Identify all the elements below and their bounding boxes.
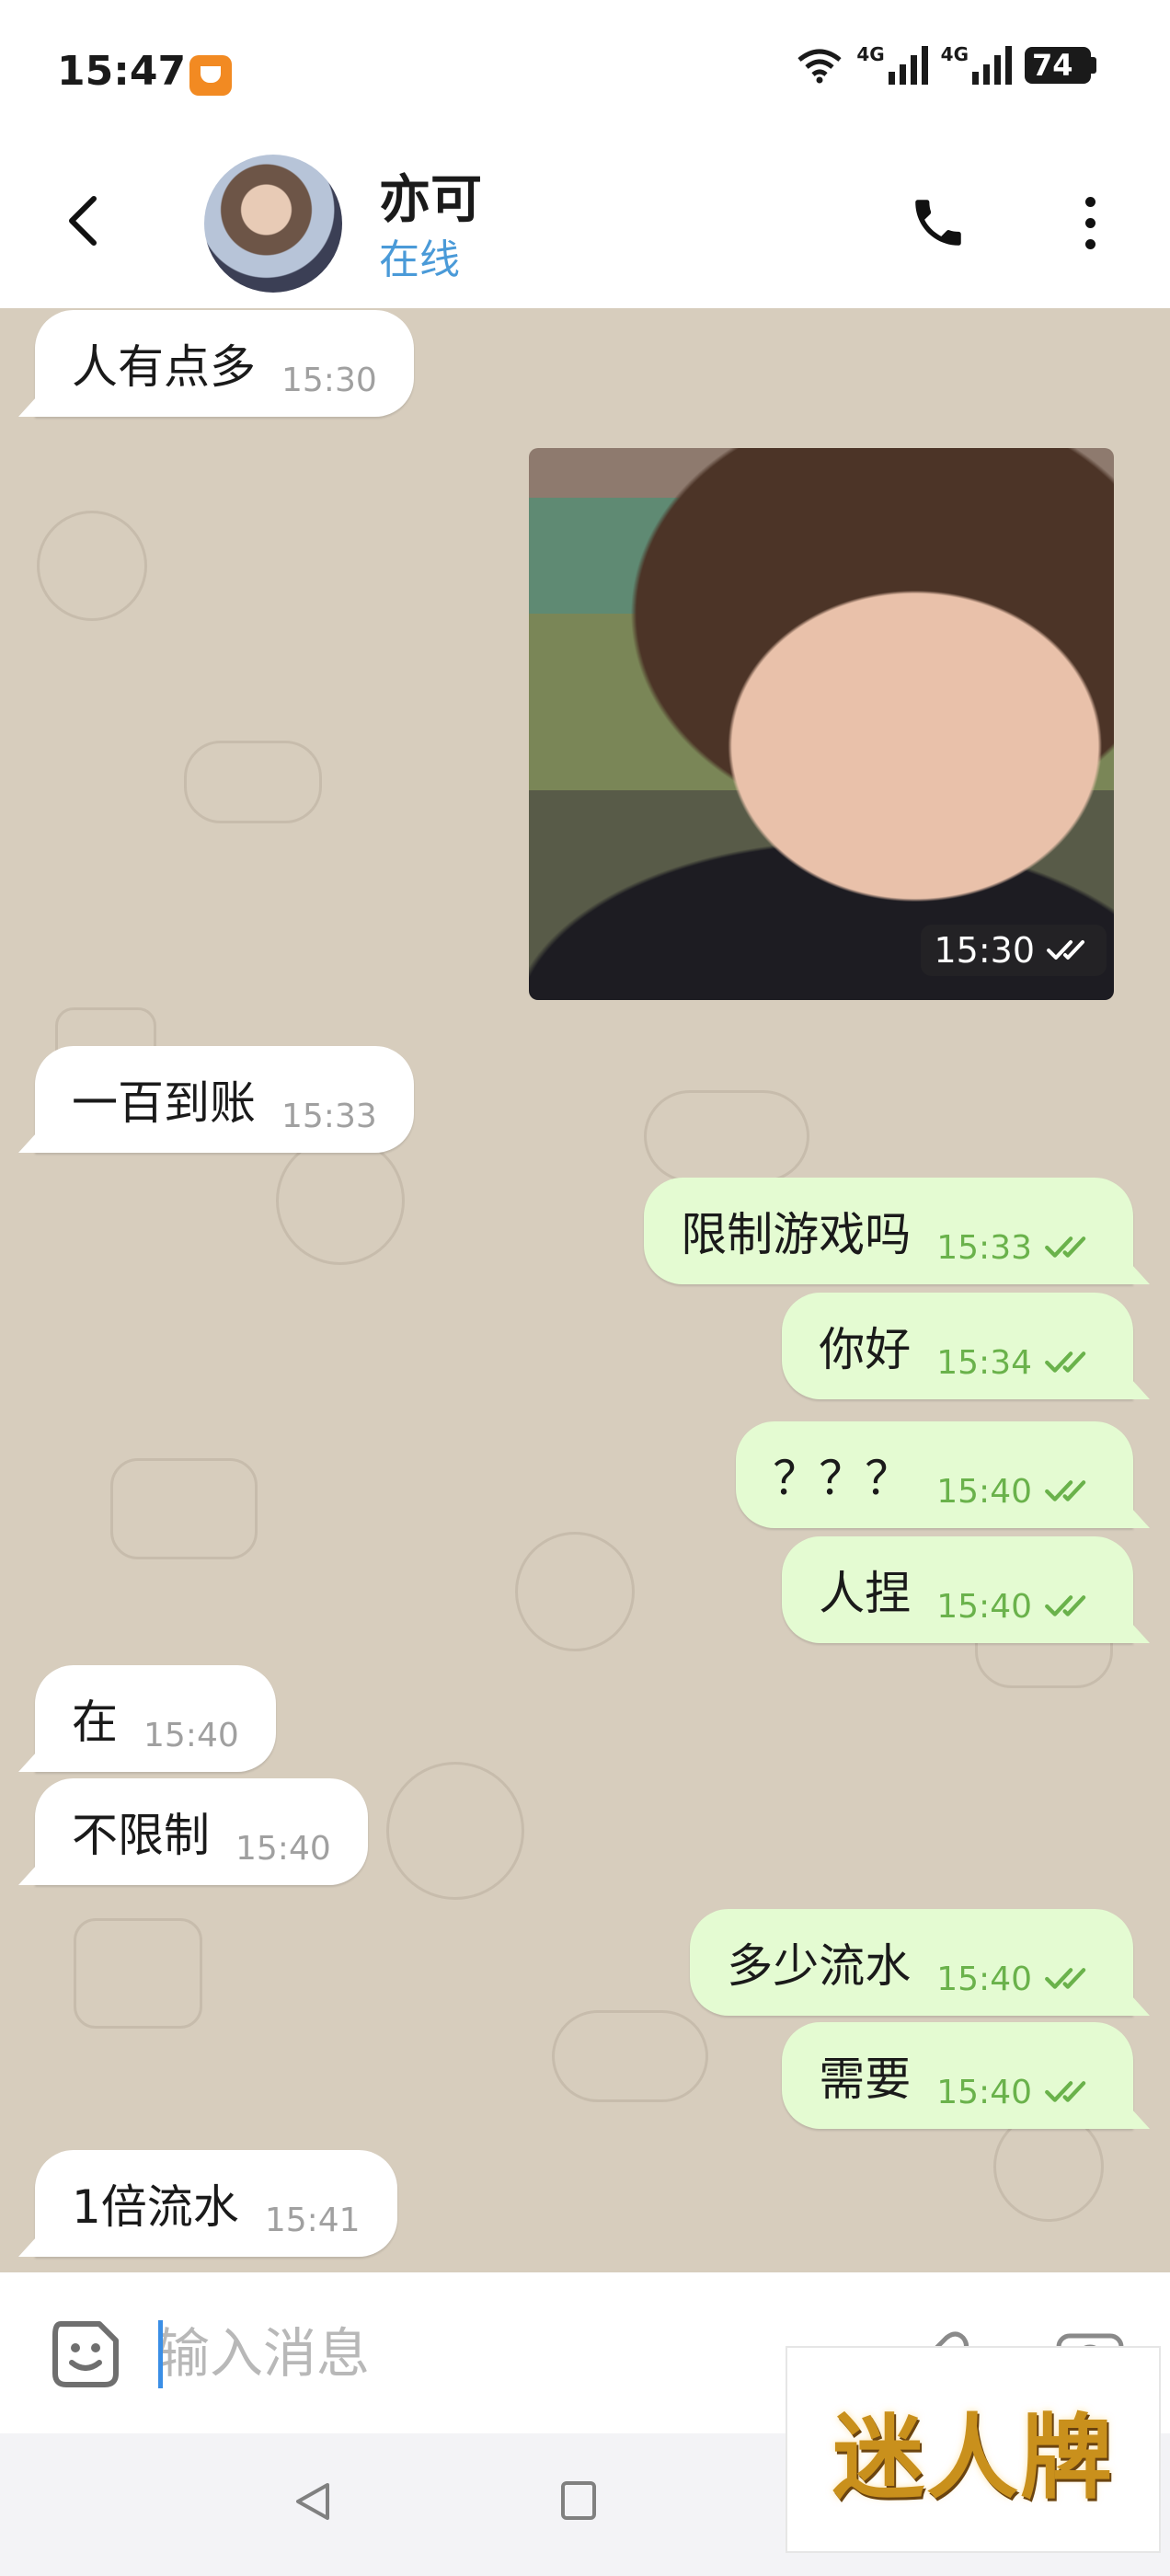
message-time: 15:40 bbox=[143, 1716, 239, 1754]
watermark-text: 迷人牌 bbox=[832, 2403, 1114, 2512]
outgoing-message[interactable]: 人捏 15:40 bbox=[782, 1536, 1150, 1643]
message-time: 15:34 bbox=[936, 1343, 1032, 1382]
chat-messages-area[interactable]: 人有点多 15:30 15:30 一百到账 15:33 限制游戏吗 15:33 … bbox=[0, 308, 1170, 2272]
nav-back-button[interactable] bbox=[291, 2479, 335, 2527]
watermark-logo: 迷人牌 bbox=[786, 2346, 1161, 2553]
more-vertical-icon bbox=[1084, 196, 1095, 207]
phone-icon bbox=[915, 200, 961, 246]
outgoing-message[interactable]: ？？？ 15:40 bbox=[736, 1421, 1150, 1528]
message-time: 15:40 bbox=[235, 1829, 331, 1868]
sticker-icon bbox=[52, 2321, 119, 2387]
message-time: 15:33 bbox=[281, 1097, 377, 1135]
triangle-back-icon bbox=[296, 2483, 329, 2520]
read-ticks-icon bbox=[1047, 940, 1084, 960]
message-text: 在 bbox=[72, 1696, 118, 1749]
outgoing-message[interactable]: 限制游戏吗 15:33 bbox=[644, 1178, 1150, 1284]
message-text: 不限制 bbox=[72, 1809, 210, 1862]
message-text: 人捏 bbox=[819, 1567, 912, 1620]
incoming-message[interactable]: 人有点多 15:30 bbox=[18, 310, 414, 417]
message-text: ？？？ bbox=[773, 1452, 912, 1505]
read-ticks-icon bbox=[1045, 1968, 1086, 1989]
message-input[interactable] bbox=[156, 2307, 855, 2399]
call-button[interactable] bbox=[901, 186, 975, 259]
status-time: 15:47 bbox=[57, 48, 187, 95]
message-time: 15:30 bbox=[281, 361, 377, 399]
text-cursor bbox=[158, 2320, 163, 2388]
more-options-button[interactable] bbox=[1067, 186, 1113, 259]
incoming-message[interactable]: 1倍流水 15:41 bbox=[18, 2150, 397, 2257]
outgoing-message[interactable]: 需要 15:40 bbox=[782, 2022, 1150, 2129]
message-text: 限制游戏吗 bbox=[681, 1208, 912, 1261]
signal-icon bbox=[888, 46, 928, 85]
message-time: 15:33 bbox=[936, 1228, 1032, 1267]
contact-avatar[interactable] bbox=[204, 155, 342, 293]
message-time: 15:30 bbox=[934, 930, 1035, 971]
read-ticks-icon bbox=[1045, 1351, 1086, 1373]
status-bar: 15:47 4G 4G 74 bbox=[0, 0, 1170, 138]
message-text: 1倍流水 bbox=[72, 2180, 239, 2234]
outgoing-message[interactable]: 多少流水 15:40 bbox=[690, 1909, 1150, 2016]
signal-icon bbox=[972, 46, 1012, 85]
back-button[interactable] bbox=[55, 189, 110, 253]
read-ticks-icon bbox=[1045, 1236, 1086, 1258]
battery-icon: 74 bbox=[1025, 47, 1096, 84]
app-notification-icon bbox=[189, 55, 232, 96]
network-type-label: 4G bbox=[940, 43, 969, 65]
chevron-left-icon bbox=[69, 196, 97, 246]
contact-status: 在线 bbox=[379, 236, 460, 283]
message-time: 15:40 bbox=[936, 1587, 1032, 1626]
battery-level: 74 bbox=[1025, 47, 1091, 84]
message-text: 需要 bbox=[819, 2053, 912, 2106]
image-timestamp: 15:30 bbox=[921, 925, 1107, 976]
message-text: 一百到账 bbox=[72, 1076, 256, 1130]
message-time: 15:40 bbox=[936, 1960, 1032, 1998]
chat-header: 亦可 在线 bbox=[0, 138, 1170, 308]
incoming-message[interactable]: 不限制 15:40 bbox=[18, 1778, 368, 1885]
message-text: 人有点多 bbox=[72, 340, 256, 394]
sticker-button[interactable] bbox=[48, 2317, 123, 2392]
incoming-message[interactable]: 一百到账 15:33 bbox=[18, 1046, 414, 1153]
message-time: 15:40 bbox=[936, 2073, 1032, 2111]
network-type-label: 4G bbox=[856, 43, 885, 65]
message-text: 多少流水 bbox=[727, 1939, 912, 1993]
message-time: 15:40 bbox=[936, 1472, 1032, 1511]
outgoing-message[interactable]: 你好 15:34 bbox=[782, 1293, 1150, 1399]
incoming-message[interactable]: 在 15:40 bbox=[18, 1665, 276, 1772]
image-message[interactable]: 15:30 bbox=[529, 448, 1114, 1000]
read-ticks-icon bbox=[1045, 1595, 1086, 1616]
read-ticks-icon bbox=[1045, 1480, 1086, 1501]
wifi-icon bbox=[797, 49, 842, 84]
nav-home-button[interactable] bbox=[561, 2481, 596, 2520]
contact-name[interactable]: 亦可 bbox=[379, 158, 482, 233]
message-time: 15:41 bbox=[264, 2201, 361, 2239]
read-ticks-icon bbox=[1045, 2081, 1086, 2102]
status-icons: 4G 4G 74 bbox=[796, 43, 1096, 85]
message-text: 你好 bbox=[819, 1323, 912, 1376]
